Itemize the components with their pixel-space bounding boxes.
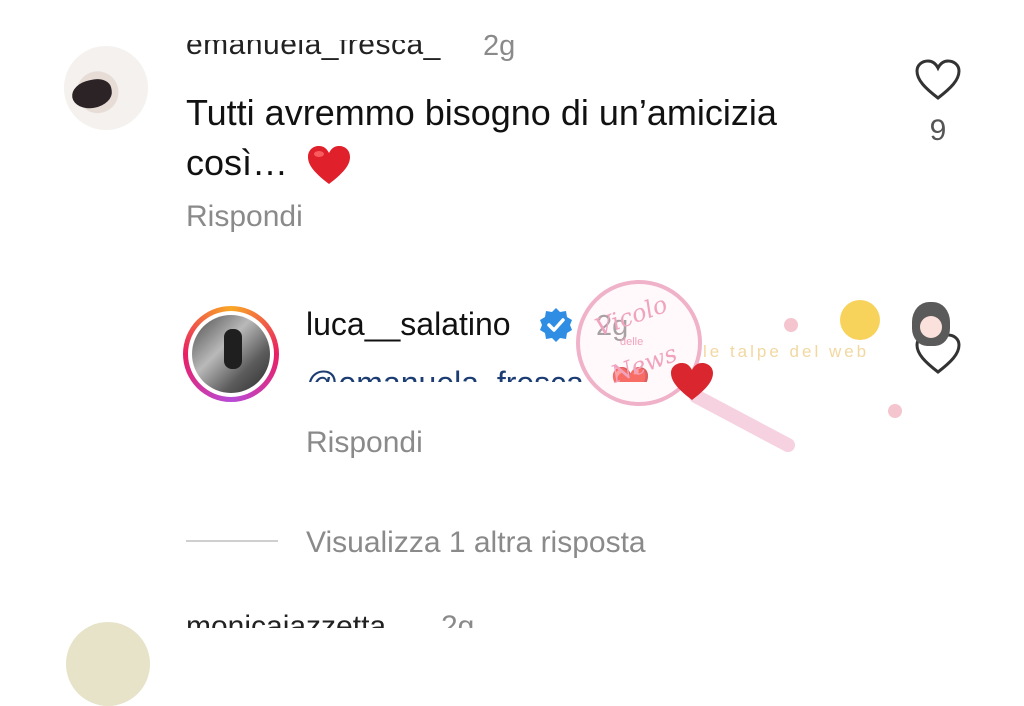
paw-icon [784,318,798,332]
comment-username[interactable]: emanuela_fresca_ [186,28,441,68]
cartoon-face-icon [840,300,880,340]
comment-body: Tutti avremmo bisogno di un’amicizia cos… [186,92,777,183]
heart-outline-icon[interactable] [914,58,962,102]
watermark-text: delle [620,336,644,348]
comment-text: Tutti avremmo bisogno di un’amicizia cos… [186,88,876,188]
like-count: 9 [929,114,947,147]
cartoon-face-icon [912,302,950,346]
comment-timestamp: 2g [483,30,516,62]
reply-username[interactable]: luca__salatino [306,306,511,343]
view-more-replies-button[interactable]: Visualizza 1 altra risposta [306,526,646,560]
watermark-banner: le talpe del web [703,342,870,361]
comment-username[interactable]: monicajazzetta_ [186,610,403,628]
watermark-text: Vicolo [591,290,672,342]
red-heart-emoji-icon [308,146,351,185]
heart-icon [671,363,713,400]
divider [186,540,278,542]
avatar-story-ring[interactable] [183,306,279,402]
verified-badge-icon [540,308,572,342]
paw-icon [888,404,902,418]
avatar-photo [192,315,270,393]
avatar[interactable] [66,622,150,706]
reply-button[interactable]: Rispondi [306,426,423,460]
comment-timestamp: 2g [441,610,475,628]
avatar[interactable] [64,46,148,130]
reply-button[interactable]: Rispondi [186,200,303,234]
